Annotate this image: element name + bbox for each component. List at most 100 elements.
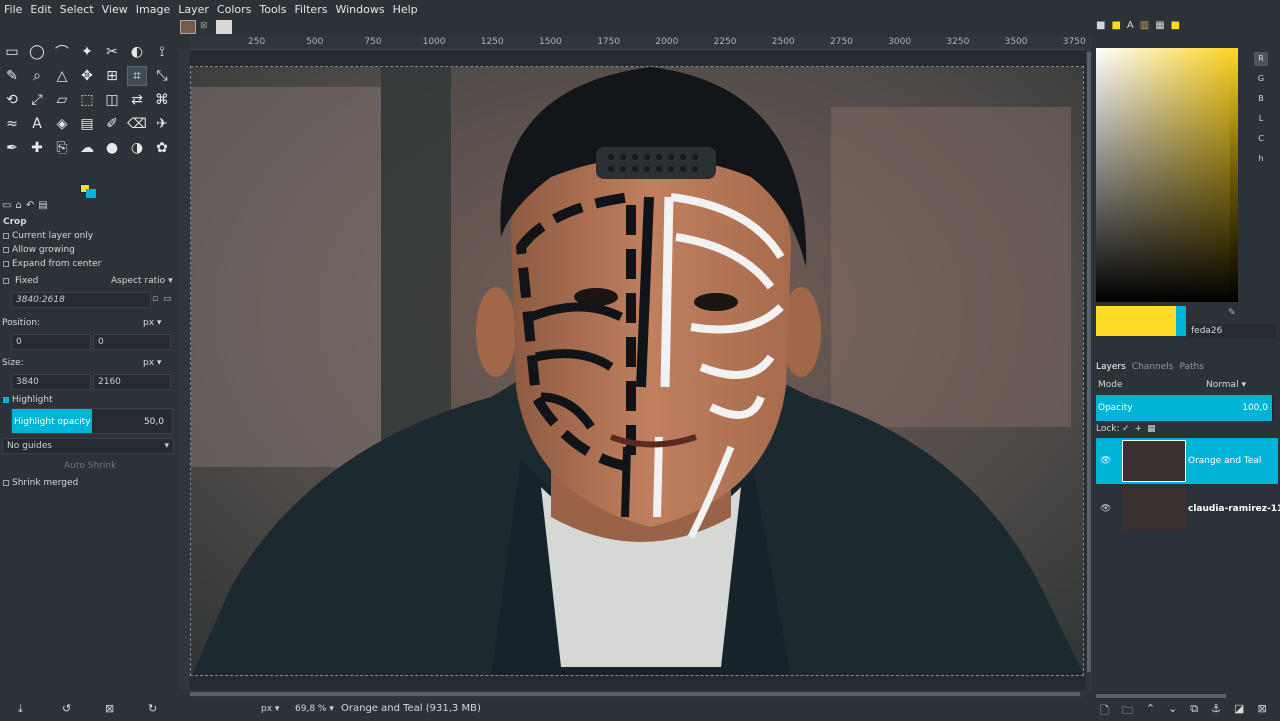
lower-layer-icon[interactable]: ⌄ xyxy=(1168,702,1177,721)
color-picker-icon[interactable]: ✎ xyxy=(1228,308,1236,318)
eye-icon[interactable]: 👁 xyxy=(1100,504,1111,514)
restore-icon[interactable]: ↻ xyxy=(148,702,157,715)
aspect-ratio-dropdown[interactable]: Aspect ratio ▾ xyxy=(111,276,173,286)
anchor-icon[interactable]: ⚓ xyxy=(1211,702,1221,721)
channel-G[interactable]: G xyxy=(1254,72,1268,86)
cage-icon[interactable]: ⌘ xyxy=(152,90,172,110)
free-select-icon[interactable]: ⌒ xyxy=(52,42,72,62)
foreground-select-icon[interactable]: ◐ xyxy=(127,42,147,62)
tab-paths[interactable]: Paths xyxy=(1179,362,1203,372)
delete-layer-icon[interactable]: ⊠ xyxy=(1257,702,1266,721)
rotate-icon[interactable]: ⟲ xyxy=(2,90,22,110)
perspective-icon[interactable]: ⬚ xyxy=(77,90,97,110)
heal-icon[interactable]: ✚ xyxy=(27,138,47,158)
channel-L[interactable]: L xyxy=(1254,112,1268,126)
mask-icon[interactable]: ◪ xyxy=(1234,702,1244,721)
paths-icon[interactable]: ⟟ xyxy=(152,42,172,62)
reset-icon[interactable]: ↺ xyxy=(62,702,71,715)
scissors-icon[interactable]: ✂ xyxy=(102,42,122,62)
shrink-merged-checkbox[interactable]: Shrink merged xyxy=(0,476,176,490)
layer-row[interactable]: 👁 Orange and Teal xyxy=(1096,438,1278,484)
eraser-icon[interactable]: ⌫ xyxy=(127,114,147,134)
gradient-icon[interactable]: ▤ xyxy=(77,114,97,134)
menu-tools[interactable]: Tools xyxy=(255,3,290,16)
new-layer-icon[interactable]: 🗋 xyxy=(1100,702,1109,721)
layer-row[interactable]: 👁 claudia-ramirez-1134 xyxy=(1096,486,1280,532)
menu-select[interactable]: Select xyxy=(56,3,98,16)
warp-icon[interactable]: ≈ xyxy=(2,114,22,134)
delete-icon[interactable]: ⊠ xyxy=(105,702,114,715)
zoom-dropdown[interactable]: 69,8 % ▾ xyxy=(295,704,334,714)
ink-icon[interactable]: ✒ xyxy=(2,138,22,158)
palette-tab-icon[interactable]: ■ xyxy=(1111,20,1120,34)
shear-icon[interactable]: ▱ xyxy=(52,90,72,110)
bucket-fill-icon[interactable]: ◈ xyxy=(52,114,72,134)
menu-help[interactable]: Help xyxy=(389,3,422,16)
current-color-swatch[interactable] xyxy=(1096,306,1176,336)
channel-R[interactable]: R xyxy=(1254,52,1268,66)
menu-view[interactable]: View xyxy=(98,3,132,16)
highlight-opacity-slider[interactable]: Highlight opacity 50,0 xyxy=(11,408,173,434)
allow-growing-checkbox[interactable]: Allow growing xyxy=(0,243,176,257)
unified-transform-icon[interactable]: ⤡ xyxy=(152,66,172,86)
blur-icon[interactable]: ● xyxy=(102,138,122,158)
landscape-icon[interactable]: ▭ xyxy=(163,294,172,304)
menu-image[interactable]: Image xyxy=(132,3,174,16)
size-unit-dropdown[interactable]: px ▾ xyxy=(143,358,161,368)
lock-position-icon[interactable]: + xyxy=(1135,424,1143,434)
fg-bg-tab-icon[interactable]: ■ xyxy=(1096,20,1105,34)
patterns-tab-icon[interactable]: ▦ xyxy=(1155,20,1164,34)
position-y-input[interactable]: 0 xyxy=(93,334,171,350)
tab-channels[interactable]: Channels xyxy=(1132,362,1174,372)
move-icon[interactable]: ✥ xyxy=(77,66,97,86)
device-status-tab-icon[interactable]: ⌂ xyxy=(15,200,21,214)
ratio-input[interactable]: 3840:2618 xyxy=(11,292,151,308)
lock-pixels-icon[interactable]: ✓ xyxy=(1122,424,1130,434)
mypaint-icon[interactable]: ✿ xyxy=(152,138,172,158)
eye-icon[interactable]: 👁 xyxy=(1100,456,1111,466)
current-layer-only-checkbox[interactable]: Current layer only xyxy=(0,229,176,243)
undo-history-tab-icon[interactable]: ↶ xyxy=(26,200,34,214)
rect-select-icon[interactable]: ▭ xyxy=(2,42,22,62)
auto-shrink-button[interactable]: Auto Shrink xyxy=(64,461,116,471)
portrait-icon[interactable]: ▫ xyxy=(152,294,158,304)
flip-icon[interactable]: ⇄ xyxy=(127,90,147,110)
background-color-swatch[interactable] xyxy=(86,189,96,198)
color-picker-icon[interactable]: ✎ xyxy=(2,66,22,86)
raise-layer-icon[interactable]: ⌃ xyxy=(1146,702,1155,721)
position-x-input[interactable]: 0 xyxy=(11,334,91,350)
menu-windows[interactable]: Windows xyxy=(331,3,388,16)
channel-h[interactable]: h xyxy=(1254,152,1268,166)
image-tab-thumbnail-2[interactable] xyxy=(216,20,232,34)
scale-icon[interactable]: ⤢ xyxy=(27,90,47,110)
color-picker-square[interactable] xyxy=(1096,48,1232,302)
menu-edit[interactable]: Edit xyxy=(26,3,55,16)
duplicate-layer-icon[interactable]: ⧉ xyxy=(1190,702,1198,721)
horizontal-scrollbar[interactable] xyxy=(190,690,1086,698)
lock-alpha-icon[interactable]: ▦ xyxy=(1147,424,1156,434)
width-input[interactable]: 3840 xyxy=(11,374,91,390)
3d-transform-icon[interactable]: ◫ xyxy=(102,90,122,110)
brushes-tab-icon[interactable]: ▥ xyxy=(1140,20,1149,34)
text-icon[interactable]: A xyxy=(27,114,47,134)
image-tab-thumbnail[interactable] xyxy=(180,20,196,34)
guides-dropdown[interactable]: No guides ▾ xyxy=(2,438,174,454)
image-canvas[interactable] xyxy=(190,66,1084,676)
paintbrush-icon[interactable]: ✐ xyxy=(102,114,122,134)
tool-options-tab-icon[interactable]: ▭ xyxy=(2,200,11,214)
zoom-icon[interactable]: ⌕ xyxy=(27,66,47,86)
airbrush-icon[interactable]: ✈ xyxy=(152,114,172,134)
expand-from-center-checkbox[interactable]: Expand from center xyxy=(0,257,176,271)
highlight-checkbox[interactable]: Highlight xyxy=(0,393,176,407)
smudge-icon[interactable]: ☁ xyxy=(77,138,97,158)
height-input[interactable]: 2160 xyxy=(93,374,171,390)
color-picker-strip[interactable] xyxy=(1230,48,1238,302)
text-tab-icon[interactable]: A xyxy=(1127,20,1134,34)
clone-icon[interactable]: ⎘ xyxy=(52,138,72,158)
colors-tab-icon[interactable]: ■ xyxy=(1171,20,1180,34)
images-tab-icon[interactable]: ▤ xyxy=(38,200,47,214)
fuzzy-select-icon[interactable]: ✦ xyxy=(77,42,97,62)
channel-B[interactable]: B xyxy=(1254,92,1268,106)
save-icon[interactable]: ⤓ xyxy=(18,702,23,716)
menu-colors[interactable]: Colors xyxy=(213,3,255,16)
